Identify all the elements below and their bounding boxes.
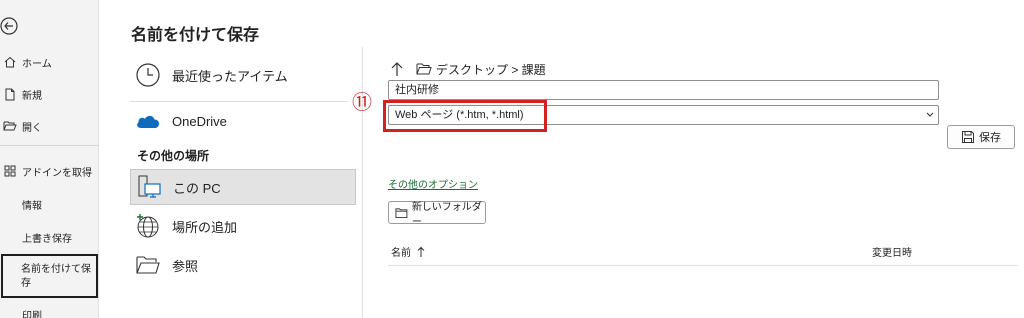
column-header-name[interactable]: 名前 xyxy=(391,244,425,259)
location-label: OneDrive xyxy=(172,113,227,129)
back-arrow-icon[interactable] xyxy=(0,16,20,36)
location-onedrive[interactable]: OneDrive xyxy=(130,104,356,138)
home-icon xyxy=(2,54,18,70)
column-label: 変更日時 xyxy=(872,248,912,259)
addins-grid-icon xyxy=(2,163,18,179)
more-options-link[interactable]: その他のオプション xyxy=(388,176,478,191)
nav-label: 名前を付けて保存 xyxy=(21,264,91,289)
backstage-nav: ホーム 新規 開く アドインを取得 情報 上書き保存 名前を付けて保存 印刷 xyxy=(0,0,99,318)
new-folder-button[interactable]: 新しいフォルダー xyxy=(388,201,486,228)
location-label: 場所の追加 xyxy=(172,219,238,235)
save-icon xyxy=(962,131,974,143)
nav-divider xyxy=(0,145,99,146)
save-button-label: 保存 xyxy=(979,132,1001,144)
location-browse[interactable]: 参照 xyxy=(130,248,356,282)
location-label: 参照 xyxy=(172,258,199,274)
nav-label: 上書き保存 xyxy=(22,233,72,245)
onedrive-cloud-icon xyxy=(134,107,162,135)
other-locations-heading: その他の場所 xyxy=(137,149,210,163)
folder-open-icon xyxy=(134,251,162,279)
nav-item-get-addins[interactable]: アドインを取得 xyxy=(0,159,99,183)
file-type-value: Web ページ (*.htm, *.html) xyxy=(395,109,524,121)
up-arrow-icon[interactable] xyxy=(390,61,404,77)
location-recent[interactable]: 最近使ったアイテム xyxy=(130,58,356,92)
nav-item-open[interactable]: 開く xyxy=(0,114,99,138)
column-header-modified[interactable]: 変更日時 xyxy=(872,244,912,259)
breadcrumb: デスクトップ > 課題 xyxy=(390,60,546,78)
column-label: 名前 xyxy=(391,248,411,259)
file-type-select[interactable]: Web ページ (*.htm, *.html) xyxy=(388,105,939,125)
clock-icon xyxy=(134,61,162,89)
save-button[interactable]: 保存 xyxy=(947,125,1015,149)
location-add-place[interactable]: 場所の追加 xyxy=(130,209,356,243)
breadcrumb-path[interactable]: デスクトップ > 課題 xyxy=(436,61,546,78)
nav-item-save[interactable]: 上書き保存 xyxy=(0,225,99,249)
new-folder-label: 新しいフォルダー xyxy=(411,201,482,228)
nav-label: 情報 xyxy=(22,200,42,212)
step-number-annotation: ⑪ xyxy=(352,91,372,114)
nav-label: 新規 xyxy=(22,90,42,102)
filename-input[interactable]: 社内研修 xyxy=(388,80,939,100)
sort-up-arrow-icon xyxy=(417,246,425,257)
nav-item-print[interactable]: 印刷 xyxy=(0,302,99,318)
location-label: 最近使ったアイテム xyxy=(172,68,288,84)
globe-add-icon xyxy=(134,212,162,240)
nav-item-save-as[interactable]: 名前を付けて保存 xyxy=(1,254,98,298)
open-folder-icon xyxy=(2,118,18,134)
nav-label: 開く xyxy=(22,122,42,134)
nav-item-info[interactable]: 情報 xyxy=(0,192,99,216)
page-title: 名前を付けて保存 xyxy=(131,27,260,44)
nav-label: ホーム xyxy=(22,58,52,70)
column-header-divider xyxy=(388,265,1018,266)
location-this-pc[interactable]: この PC xyxy=(130,169,356,205)
nav-item-new[interactable]: 新規 xyxy=(0,82,99,106)
new-document-icon xyxy=(2,86,18,102)
chevron-down-icon xyxy=(926,112,934,117)
folder-icon xyxy=(416,63,432,75)
nav-label: 印刷 xyxy=(22,310,42,318)
nav-item-home[interactable]: ホーム xyxy=(0,50,99,74)
location-label: この PC xyxy=(173,180,221,196)
new-folder-icon xyxy=(395,207,408,218)
location-divider xyxy=(130,101,348,102)
computer-icon xyxy=(135,173,163,201)
nav-label: アドインを取得 xyxy=(22,167,92,179)
